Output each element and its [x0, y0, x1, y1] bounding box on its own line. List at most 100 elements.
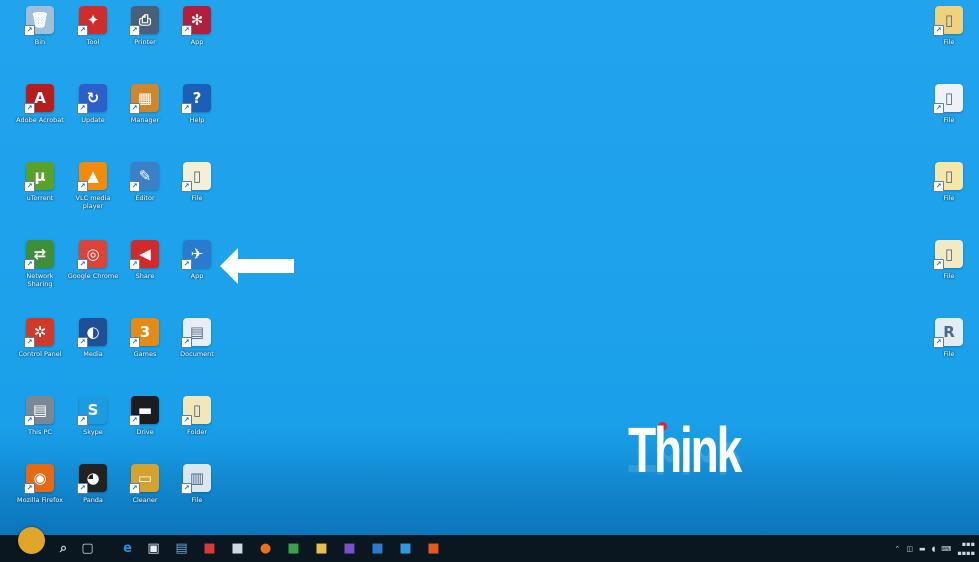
- desktop-icon-firefox[interactable]: ◉ ↗ Mozilla Firefox: [14, 464, 66, 530]
- desktop-icon-right-5-icon: R ↗: [933, 318, 963, 348]
- desktop-icon-bin[interactable]: 🗑 ↗ Bin: [14, 6, 66, 72]
- shortcut-arrow-icon: ↗: [24, 415, 35, 426]
- clock[interactable]: ▪▪▪ ▪▪▪▪: [957, 540, 975, 558]
- taskbar-app-icon-5[interactable]: ■: [340, 539, 359, 558]
- desktop-icon-update[interactable]: ↻ ↗ Update: [67, 84, 119, 150]
- taskbar-app-icon-8[interactable]: ■: [424, 539, 443, 558]
- shortcut-arrow-icon: ↗: [24, 337, 35, 348]
- desktop-icon-media[interactable]: ◐ ↗ Media: [67, 318, 119, 384]
- desktop-icon-label: Panda: [83, 496, 103, 504]
- desktop-icon-file-1-icon: ▯ ↗: [181, 162, 211, 192]
- desktop-icon-label: Manager: [130, 116, 160, 124]
- desktop-icon-help[interactable]: ? ↗ Help: [171, 84, 223, 150]
- network-icon[interactable]: ◫: [906, 545, 913, 553]
- desktop-icon-games[interactable]: 3 ↗ Games: [119, 318, 171, 384]
- shortcut-arrow-icon: ↗: [181, 259, 192, 270]
- shortcut-arrow-icon: ↗: [129, 415, 140, 426]
- taskbar-app-icon-2[interactable]: ■: [200, 539, 219, 558]
- taskbar-app-icon-3[interactable]: ■: [228, 539, 247, 558]
- desktop-icon-label: Network Sharing: [26, 272, 54, 288]
- shortcut-arrow-icon: ↗: [24, 483, 35, 494]
- desktop-icon-update-icon: ↻ ↗: [77, 84, 107, 114]
- taskbar-edge-icon[interactable]: e: [118, 539, 137, 558]
- desktop-icon-right-2-icon: ▯ ↗: [933, 84, 963, 114]
- shortcut-arrow-icon: ↗: [181, 25, 192, 36]
- chevron-up-icon[interactable]: ⌃: [894, 545, 900, 553]
- desktop-icon-cleaner[interactable]: ▭ ↗ Cleaner: [119, 464, 171, 530]
- desktop-icon-media-icon: ◐ ↗: [77, 318, 107, 348]
- taskbar-app-icon-1[interactable]: ▤: [172, 539, 191, 558]
- desktop-icon-network[interactable]: ⇄ ↗ Network Sharing: [14, 240, 66, 306]
- desktop-icon-tool[interactable]: ✦ ↗ Tool: [67, 6, 119, 72]
- desktop-icon-panda[interactable]: ◕ ↗ Panda: [67, 464, 119, 530]
- desktop-icon-right-4[interactable]: ▯ ↗ File: [923, 240, 975, 306]
- desktop-icon-document[interactable]: ▤ ↗ Document: [171, 318, 223, 384]
- taskbar: ⌕ ▢ e ▣ ▤ ■ ■ ● ■ ■ ■ ■ ■ ■ ⌃ ◫ ▬ ◖ ⌨ ▪▪▪ ▪▪▪▪: [0, 535, 979, 562]
- taskbar-store-icon[interactable]: ▣: [144, 539, 163, 558]
- desktop-icon-printer[interactable]: ⎙ ↗ Printer: [119, 6, 171, 72]
- left-arrow-annotation-icon: [220, 248, 294, 284]
- taskbar-app-icon-6[interactable]: ■: [368, 539, 387, 558]
- desktop-icon-share-icon: ◀ ↗: [129, 240, 159, 270]
- taskbar-firefox-icon[interactable]: ●: [256, 539, 275, 558]
- desktop-icon-right-2[interactable]: ▯ ↗ File: [923, 84, 975, 150]
- shortcut-arrow-icon: ↗: [933, 337, 944, 348]
- desktop-icon-right-1[interactable]: ▯ ↗ File: [923, 6, 975, 72]
- desktop-icon-label: Adobe Acrobat: [16, 116, 64, 124]
- desktop-icon-app[interactable]: ✻ ↗ App: [171, 6, 223, 72]
- shortcut-arrow-icon: ↗: [181, 103, 192, 114]
- desktop-icon-right-5[interactable]: R ↗ File: [923, 318, 975, 384]
- taskbar-folder-icon[interactable]: ■: [312, 539, 331, 558]
- desktop-icon-utorrent-icon: µ ↗: [24, 162, 54, 192]
- keyboard-icon[interactable]: ⌨: [941, 545, 951, 553]
- desktop-icon-right-3[interactable]: ▯ ↗ File: [923, 162, 975, 228]
- taskbar-app-icon-7[interactable]: ■: [396, 539, 415, 558]
- desktop-icon-label: File: [191, 194, 203, 202]
- shortcut-arrow-icon: ↗: [129, 181, 140, 192]
- desktop-icon-manager[interactable]: ▦ ↗ Manager: [119, 84, 171, 150]
- desktop-icon-editor[interactable]: ✎ ↗ Editor: [119, 162, 171, 228]
- shortcut-arrow-icon: ↗: [24, 103, 35, 114]
- shortcut-arrow-icon: ↗: [933, 103, 944, 114]
- desktop-icon-drive[interactable]: ▬ ↗ Drive: [119, 396, 171, 462]
- desktop-icon-this-pc[interactable]: ▤ ↗ This PC: [14, 396, 66, 462]
- desktop-icon-label: Share: [135, 272, 155, 280]
- desktop-icon-label: This PC: [28, 428, 52, 436]
- desktop-icon-chrome[interactable]: ◎ ↗ Google Chrome: [67, 240, 119, 306]
- shortcut-arrow-icon: ↗: [181, 337, 192, 348]
- desktop-icon-label: Update: [81, 116, 105, 124]
- desktop-icon-utorrent[interactable]: µ ↗ uTorrent: [14, 162, 66, 228]
- desktop-icon-label: File: [943, 350, 955, 358]
- desktop-icon-this-pc-icon: ▤ ↗: [24, 396, 54, 426]
- desktop-icon-control[interactable]: ✲ ↗ Control Panel: [14, 318, 66, 384]
- desktop-icon-file-2-icon: ▥ ↗: [181, 464, 211, 494]
- desktop-icon-app-target[interactable]: ✈ ↗ App: [171, 240, 223, 306]
- shortcut-arrow-icon: ↗: [24, 181, 35, 192]
- shortcut-arrow-icon: ↗: [129, 483, 140, 494]
- desktop-icon-label: Google Chrome: [67, 272, 119, 280]
- desktop-icon-file-2[interactable]: ▥ ↗ File: [171, 464, 223, 530]
- desktop-icon-folder[interactable]: ▯ ↗ Folder: [171, 396, 223, 462]
- shortcut-arrow-icon: ↗: [77, 25, 88, 36]
- desktop-icon-right-3-icon: ▯ ↗: [933, 162, 963, 192]
- taskbar-task-view-icon[interactable]: ▢: [78, 539, 97, 558]
- shortcut-arrow-icon: ↗: [77, 181, 88, 192]
- desktop-icon-label: Mozilla Firefox: [17, 496, 63, 504]
- desktop-icon-acrobat-icon: A ↗: [24, 84, 54, 114]
- volume-icon[interactable]: ◖: [932, 545, 936, 553]
- desktop-icon-manager-icon: ▦ ↗: [129, 84, 159, 114]
- desktop-icon-bin-icon: 🗑 ↗: [24, 6, 54, 36]
- taskbar-search-icon[interactable]: ⌕: [54, 539, 73, 558]
- desktop-icon-acrobat[interactable]: A ↗ Adobe Acrobat: [14, 84, 66, 150]
- shortcut-arrow-icon: ↗: [129, 259, 140, 270]
- desktop-icon-firefox-icon: ◉ ↗: [24, 464, 54, 494]
- desktop[interactable]: 🗑 ↗ Bin A ↗ Adobe Acrobat µ ↗ uTorrent ⇄ ↗ Network …: [0, 0, 979, 535]
- desktop-icon-label: File: [191, 496, 203, 504]
- desktop-icon-file-1[interactable]: ▯ ↗ File: [171, 162, 223, 228]
- taskbar-app-icon-4[interactable]: ■: [284, 539, 303, 558]
- desktop-icon-skype[interactable]: S ↗ Skype: [67, 396, 119, 462]
- start-button-cursor-highlight[interactable]: [18, 527, 45, 554]
- battery-icon[interactable]: ▬: [919, 545, 926, 553]
- desktop-icon-share[interactable]: ◀ ↗ Share: [119, 240, 171, 306]
- desktop-icon-vlc[interactable]: ▲ ↗ VLC media player: [67, 162, 119, 228]
